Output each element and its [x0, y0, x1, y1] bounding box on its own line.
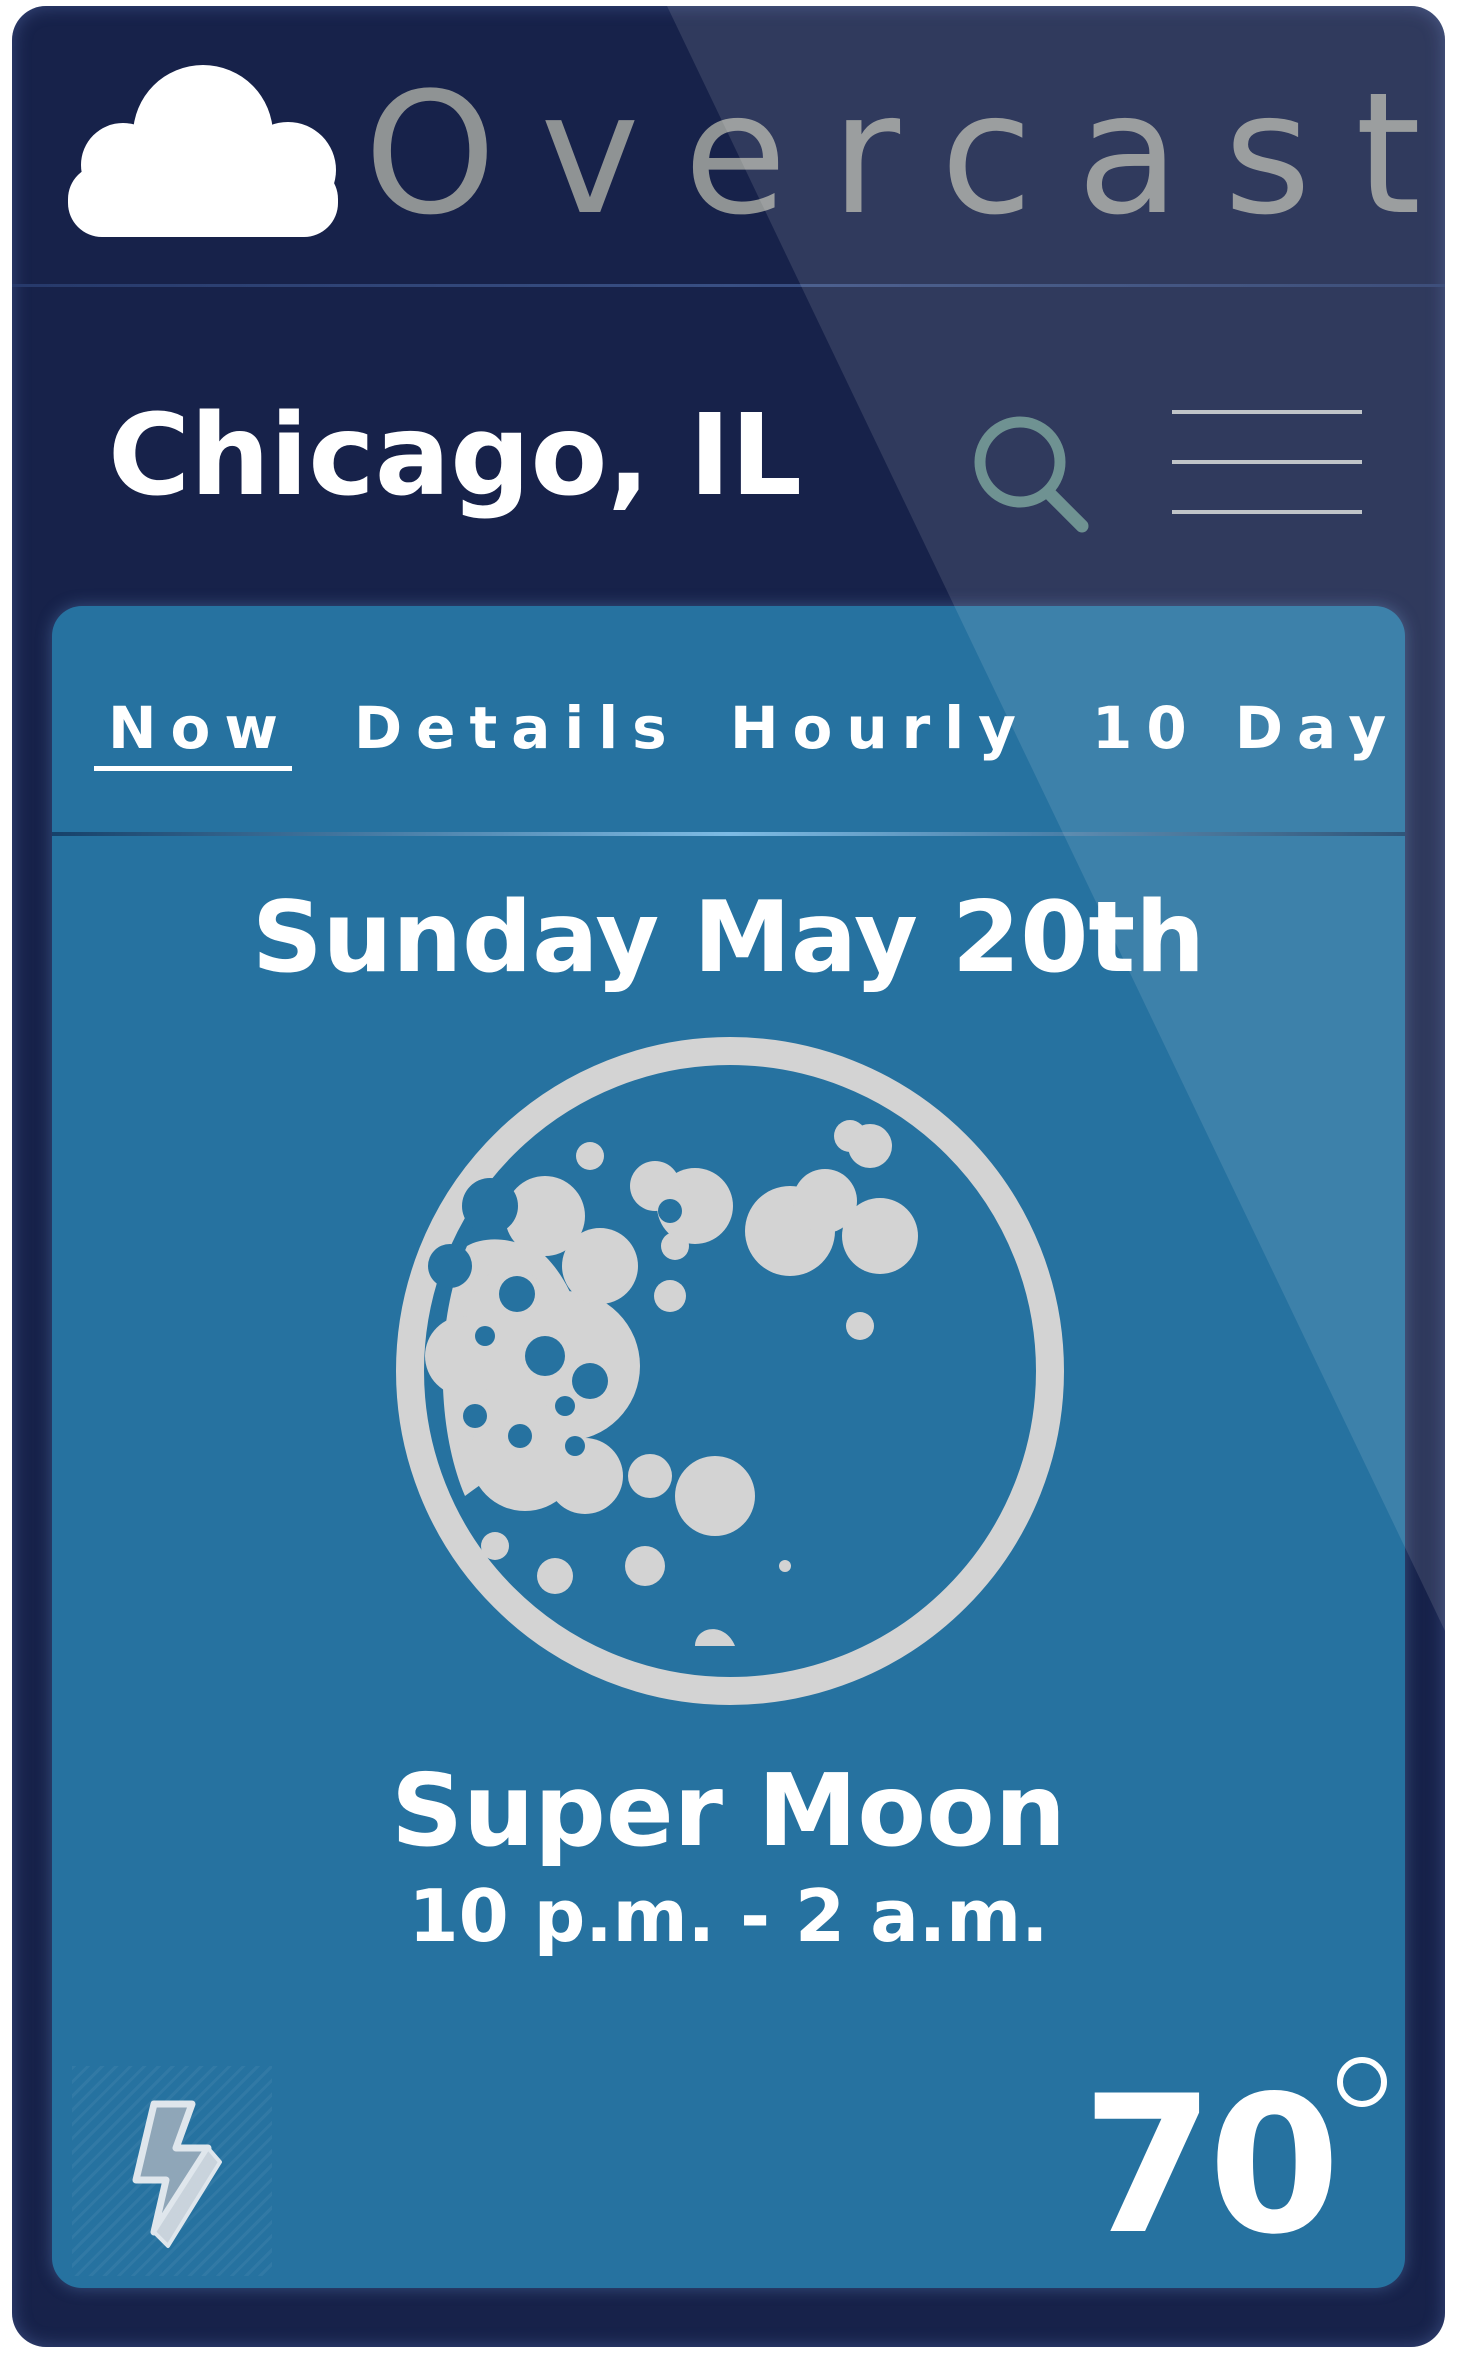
tab-now[interactable]: Now: [108, 688, 292, 768]
forecast-date: Sunday May 20th: [251, 881, 1205, 995]
event-time: 10 p.m. - 2 a.m.: [408, 1874, 1049, 1958]
header-divider: [12, 284, 1445, 287]
weather-alert-button[interactable]: [72, 2066, 272, 2276]
cloud-icon: [68, 65, 338, 237]
tab-hourly[interactable]: Hourly: [730, 688, 1030, 768]
tab-bar: Now Details Hourly 10 Day: [52, 606, 1405, 836]
search-icon: [974, 416, 1089, 533]
forecast-card: Now Details Hourly 10 Day Sunday May 20t…: [52, 606, 1405, 2288]
app-header: Overcast Chicago, IL: [12, 6, 1445, 533]
moon-icon: [396, 1037, 1064, 1705]
hamburger-menu-button[interactable]: [1172, 404, 1372, 524]
app-window: Overcast Chicago, IL Now Details Hourly …: [12, 6, 1445, 2347]
brand-name: Overcast: [364, 56, 1445, 252]
degree-symbol: [1337, 2057, 1387, 2107]
search-button[interactable]: [962, 404, 1102, 544]
active-tab-indicator: [94, 766, 292, 771]
hamburger-menu-icon-line: [1172, 460, 1362, 464]
event-title: Super Moon: [391, 1752, 1066, 1869]
tabs-divider: [52, 832, 1405, 836]
lightning-bolt-icon: [132, 2100, 222, 2248]
hamburger-menu-icon: [1172, 410, 1362, 414]
tab-details[interactable]: Details: [354, 688, 681, 768]
location-name: Chicago, IL: [108, 391, 802, 521]
hamburger-menu-icon-line: [1172, 510, 1362, 514]
tab-10-day[interactable]: 10 Day: [1092, 688, 1400, 768]
